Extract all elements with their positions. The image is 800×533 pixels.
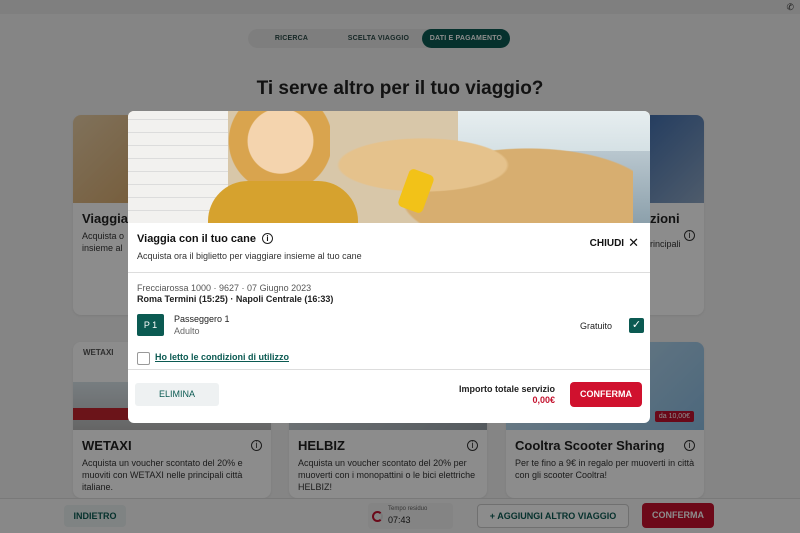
check-icon: ✓ bbox=[631, 319, 642, 331]
route-info: Roma Termini (15:25) · Napoli Centrale (… bbox=[137, 294, 334, 304]
modal-title-text: Viaggia con il tuo cane bbox=[137, 233, 256, 245]
woman-sweater bbox=[208, 181, 358, 223]
total-value: 0,00€ bbox=[532, 395, 555, 405]
trip-summary: Frecciarossa 1000 · 9627 · 07 Giugno 202… bbox=[128, 273, 650, 304]
total-label: Importo totale servizio bbox=[458, 384, 555, 394]
train-info: Frecciarossa 1000 · 9627 · 07 Giugno 202… bbox=[137, 283, 312, 293]
modal-header: Viaggia con il tuo cane i Acquista ora il… bbox=[128, 223, 650, 273]
terms-checkbox[interactable] bbox=[137, 352, 150, 365]
delete-button[interactable]: ELIMINA bbox=[135, 383, 219, 406]
close-icon: ✕ bbox=[628, 235, 639, 250]
terms-link[interactable]: Ho letto le condizioni di utilizzo bbox=[155, 352, 289, 362]
passenger-row: P 1 Passeggero 1 Adulto Gratuito ✓ bbox=[128, 314, 650, 338]
modal-hero-image bbox=[128, 111, 650, 223]
info-icon[interactable]: i bbox=[262, 233, 273, 244]
passenger-type: Adulto bbox=[174, 326, 200, 336]
close-button[interactable]: CHIUDI ✕ bbox=[590, 235, 639, 251]
confirm-button[interactable]: CONFERMA bbox=[570, 382, 642, 407]
passenger-badge: P 1 bbox=[137, 314, 164, 336]
dog-ticket-modal: Viaggia con il tuo cane i Acquista ora il… bbox=[128, 111, 650, 423]
modal-footer: ELIMINA Importo totale servizio 0,00€ CO… bbox=[128, 370, 650, 415]
passenger-name: Passeggero 1 bbox=[174, 314, 230, 324]
dog-image bbox=[333, 121, 633, 223]
modal-subtitle: Acquista ora il biglietto per viaggiare … bbox=[137, 251, 362, 261]
passenger-price: Gratuito bbox=[579, 321, 612, 331]
modal-title: Viaggia con il tuo cane i bbox=[137, 233, 641, 245]
terms-row: Ho letto le condizioni di utilizzo bbox=[128, 348, 650, 370]
passenger-checkbox[interactable]: ✓ bbox=[629, 318, 644, 333]
close-label: CHIUDI bbox=[589, 238, 625, 249]
